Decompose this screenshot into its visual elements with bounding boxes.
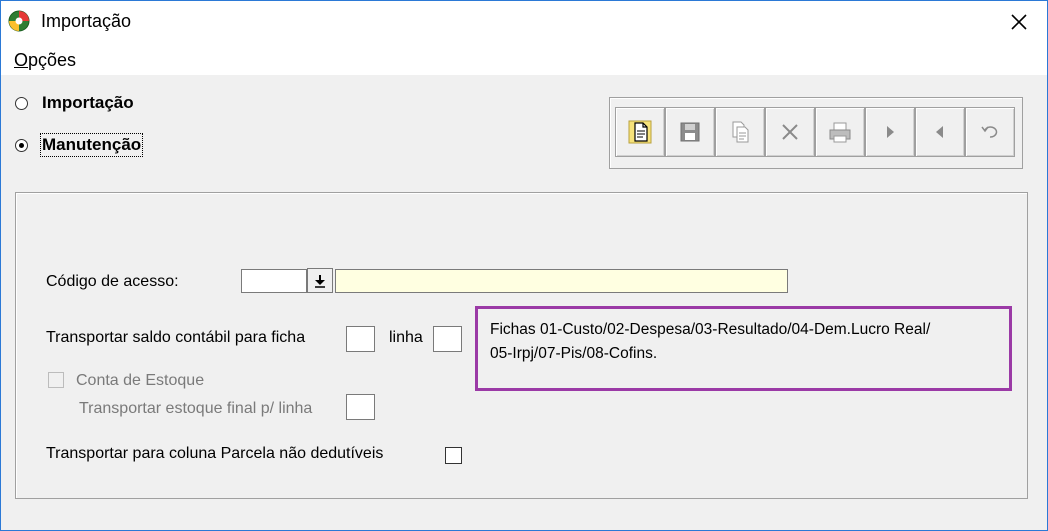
- arrow-down-icon: [315, 274, 325, 288]
- previous-icon: [936, 126, 943, 138]
- access-code-description-field: [335, 269, 788, 293]
- delete-button[interactable]: [765, 107, 815, 157]
- access-code-label: Código de acesso:: [46, 273, 179, 290]
- radio-maintenance[interactable]: Manutenção: [15, 133, 144, 157]
- line-number-input[interactable]: [433, 326, 462, 352]
- title-bar: Importação: [1, 1, 1047, 43]
- sheets-note-line-1: Fichas 01-Custo/02-Despesa/03-Resultado/…: [490, 321, 931, 338]
- new-record-button[interactable]: [615, 107, 665, 157]
- copy-icon: [732, 121, 749, 143]
- sheets-note-line-2: 05-Irpj/07-Pis/08-Cofins.: [490, 345, 658, 362]
- print-icon: [829, 122, 851, 143]
- transfer-stock-label: Transportar estoque final p/ linha: [79, 400, 313, 417]
- import-window: Importação Opções Importação Manutenção: [0, 0, 1048, 531]
- non-deductible-checkbox[interactable]: [445, 447, 462, 464]
- transfer-balance-label: Transportar saldo contábil para ficha: [46, 329, 306, 346]
- access-code-dropdown-button[interactable]: [307, 268, 333, 293]
- radio-maintenance-label: Manutenção: [39, 133, 144, 157]
- next-icon: [887, 126, 894, 138]
- print-button[interactable]: [815, 107, 865, 157]
- save-icon: [680, 122, 700, 142]
- window-title: Importação: [41, 11, 132, 31]
- sheet-number-input[interactable]: [346, 326, 375, 352]
- radio-import[interactable]: Importação: [15, 92, 134, 114]
- previous-button[interactable]: [915, 107, 965, 157]
- stock-account-label: Conta de Estoque: [76, 372, 205, 389]
- menu-options-mnemonic: O: [14, 50, 29, 70]
- globe-app-icon: [8, 10, 30, 32]
- sheets-note-text: Fichas 01-Custo/02-Despesa/03-Resultado/…: [490, 318, 930, 366]
- undo-button[interactable]: [965, 107, 1015, 157]
- close-button[interactable]: [996, 1, 1042, 43]
- sheets-note-box: Fichas 01-Custo/02-Despesa/03-Resultado/…: [475, 306, 1012, 391]
- close-icon: [1011, 14, 1027, 30]
- next-button[interactable]: [865, 107, 915, 157]
- non-deductible-label: Transportar para coluna Parcela não dedu…: [46, 445, 384, 462]
- delete-icon: [782, 124, 798, 140]
- menu-options-rest: pções: [28, 50, 77, 70]
- undo-icon: [981, 126, 998, 138]
- new-document-icon: [628, 120, 652, 144]
- copy-button[interactable]: [715, 107, 765, 157]
- toolbar: [615, 107, 1015, 157]
- radio-import-label: Importação: [42, 93, 134, 112]
- radio-maintenance-circle[interactable]: [15, 138, 28, 152]
- radio-import-circle[interactable]: [15, 96, 28, 110]
- stock-line-input[interactable]: [346, 394, 375, 420]
- menu-bar: Opções: [1, 43, 1047, 75]
- line-label: linha: [389, 329, 423, 346]
- save-button[interactable]: [665, 107, 715, 157]
- menu-options[interactable]: Opções: [14, 50, 76, 71]
- access-code-input[interactable]: [241, 269, 307, 293]
- stock-account-checkbox[interactable]: [48, 372, 64, 388]
